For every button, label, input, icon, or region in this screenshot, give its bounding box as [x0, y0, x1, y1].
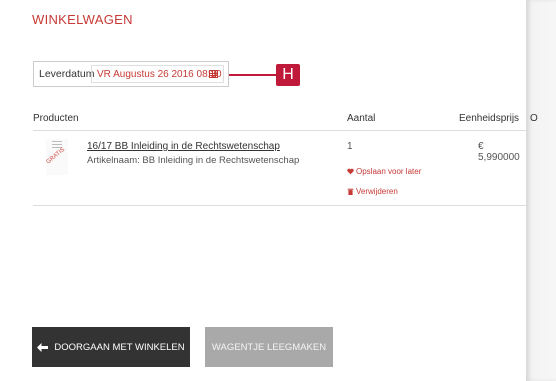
- heart-icon: [347, 168, 354, 175]
- header-extra: O: [530, 113, 538, 124]
- continue-shopping-button[interactable]: DOORGAAN MET WINKELEN: [32, 327, 190, 367]
- empty-cart-label: WAGENTJE LEEGMAKEN: [211, 341, 327, 353]
- page-title: WINKELWAGEN: [32, 12, 133, 27]
- header-products: Producten: [33, 113, 79, 124]
- cart-table-header: Producten Aantal Eenheidsprijs O: [33, 108, 538, 131]
- product-title-link[interactable]: 16/17 BB Inleiding in de Rechtswetenscha…: [87, 141, 280, 152]
- delivery-date-picker[interactable]: VR Augustus 26 2016 08:30: [91, 65, 224, 83]
- continue-shopping-label: DOORGAAN MET WINKELEN: [54, 341, 185, 353]
- remove-link[interactable]: Verwijderen: [347, 187, 398, 196]
- calendar-icon[interactable]: [209, 70, 218, 78]
- trash-icon: [347, 188, 354, 195]
- delivery-date-box: Leverdatum VR Augustus 26 2016 08:30: [33, 61, 229, 87]
- header-unit-price: Eenheidsprijs: [459, 113, 520, 124]
- delivery-date-label: Leverdatum: [39, 68, 95, 80]
- remove-label: Verwijderen: [356, 187, 398, 196]
- right-scroll-panel: [526, 0, 556, 381]
- delivery-date-value: VR Augustus 26 2016 08:30: [97, 69, 222, 80]
- product-quantity: 1: [347, 141, 353, 152]
- product-article-name: Artikelnaam: BB Inleiding in de Rechtswe…: [87, 155, 300, 166]
- empty-cart-button[interactable]: WAGENTJE LEEGMAKEN: [205, 327, 333, 367]
- table-row: GRATIS 16/17 BB Inleiding in de Rechtswe…: [33, 131, 526, 206]
- product-unit-price: € 5,990000: [478, 141, 520, 163]
- callout-line: [229, 74, 276, 76]
- product-thumbnail: GRATIS: [46, 139, 68, 175]
- save-for-later-link[interactable]: Opslaan voor later: [347, 167, 421, 176]
- save-for-later-label: Opslaan voor later: [356, 167, 422, 176]
- arrow-left-icon: [37, 342, 49, 352]
- header-quantity: Aantal: [347, 113, 376, 124]
- callout-badge: H: [276, 64, 300, 86]
